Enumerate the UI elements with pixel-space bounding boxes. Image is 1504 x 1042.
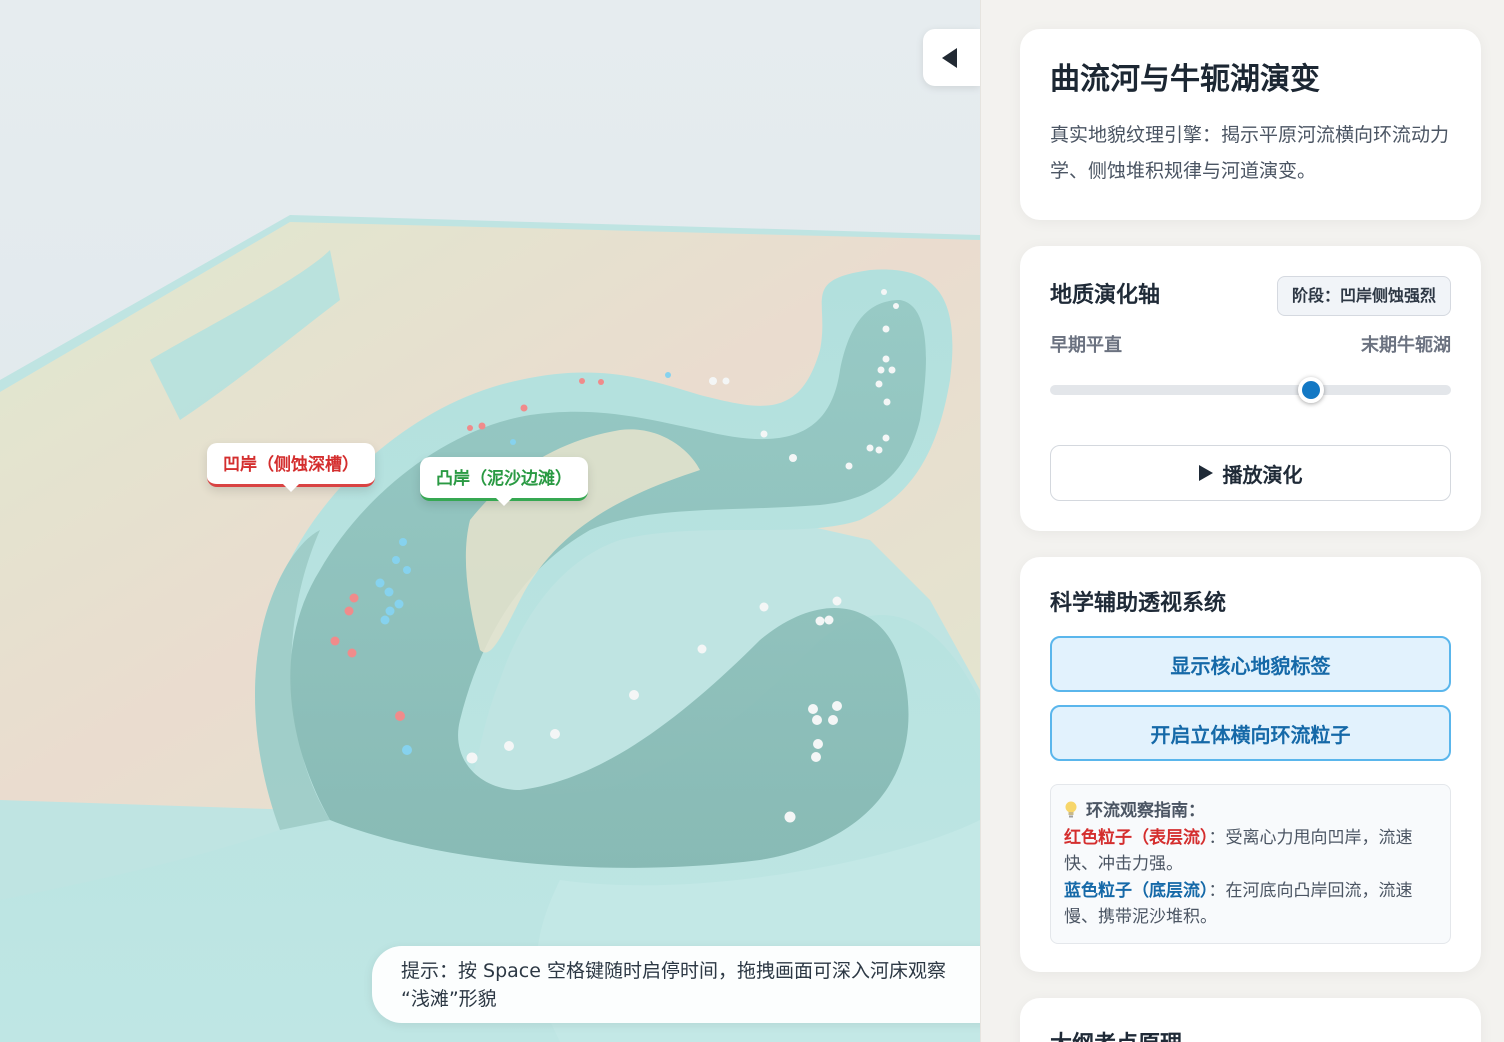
keyboard-hint: 提示：按 Space 空格键随时启停时间，拖拽画面可深入河床观察 “浅滩”形貌 [372,946,980,1023]
evolution-slider[interactable] [1050,377,1451,403]
assist-title: 科学辅助透视系统 [1050,591,1227,616]
collapse-sidebar-button[interactable] [923,29,980,86]
red-particle-name: 红色粒子（表层流） [1064,827,1209,848]
terrain-viewport[interactable]: 凹岸（侧蚀深槽） 凸岸（泥沙边滩） 提示：按 Space 空格键随时启停时间，拖… [0,0,980,1042]
convex-bank-label: 凸岸（泥沙边滩） [420,457,588,506]
slider-thumb[interactable] [1297,377,1324,403]
stage-badge: 阶段：凹岸侧蚀强烈 [1276,276,1451,316]
intro-card: 曲流河与牛轭湖演变 真实地貌纹理引擎：揭示平原河流横向环流动力学、侧蚀堆积规律与… [1020,29,1481,220]
hint-line-2: “浅滩”形貌 [401,988,497,1010]
control-sidebar: 曲流河与牛轭湖演变 真实地貌纹理引擎：揭示平原河流横向环流动力学、侧蚀堆积规律与… [980,0,1504,1042]
concave-bank-label: 凹岸（侧蚀深槽） [207,443,375,492]
circulation-guide: 环流观察指南： 红色粒子（表层流）：受离心力甩向凹岸，流速快、冲击力强。 蓝色粒… [1050,784,1451,944]
intro-description: 真实地貌纹理引擎：揭示平原河流横向环流动力学、侧蚀堆积规律与河道演变。 [1050,124,1450,182]
assist-card: 科学辅助透视系统 显示核心地貌标签 开启立体横向环流粒子 环流观察指南： 红色粒… [1020,557,1481,972]
timeline-start-label: 早期平直 [1050,335,1122,356]
principles-title: 大纲考点原理 [1050,1025,1182,1042]
timeline-card: 地质演化轴 阶段：凹岸侧蚀强烈 早期平直 末期牛轭湖 播放演化 [1020,246,1481,531]
terrain-render[interactable] [0,0,980,1042]
guide-title: 环流观察指南： [1086,801,1205,821]
chevron-left-icon [942,47,957,68]
enable-particles-text: 开启立体横向环流粒子 [1150,722,1351,747]
lightbulb-icon [1064,800,1078,818]
show-landform-labels-button[interactable]: 显示核心地貌标签 [1050,636,1451,692]
play-button-label: 播放演化 [1222,462,1303,487]
enable-particles-button[interactable]: 开启立体横向环流粒子 [1050,705,1451,761]
blue-particle-name: 蓝色粒子（底层流） [1064,880,1209,901]
page-title: 曲流河与牛轭湖演变 [1050,62,1320,97]
principles-card: 大纲考点原理 [1020,998,1481,1042]
hint-line-1: 提示：按 Space 空格键随时启停时间，拖拽画面可深入河床观察 [401,960,946,982]
timeline-title: 地质演化轴 [1050,283,1161,308]
play-evolution-button[interactable]: 播放演化 [1050,445,1451,501]
show-labels-text: 显示核心地貌标签 [1170,653,1331,678]
timeline-end-label: 末期牛轭湖 [1361,335,1451,356]
play-icon [1198,465,1213,481]
